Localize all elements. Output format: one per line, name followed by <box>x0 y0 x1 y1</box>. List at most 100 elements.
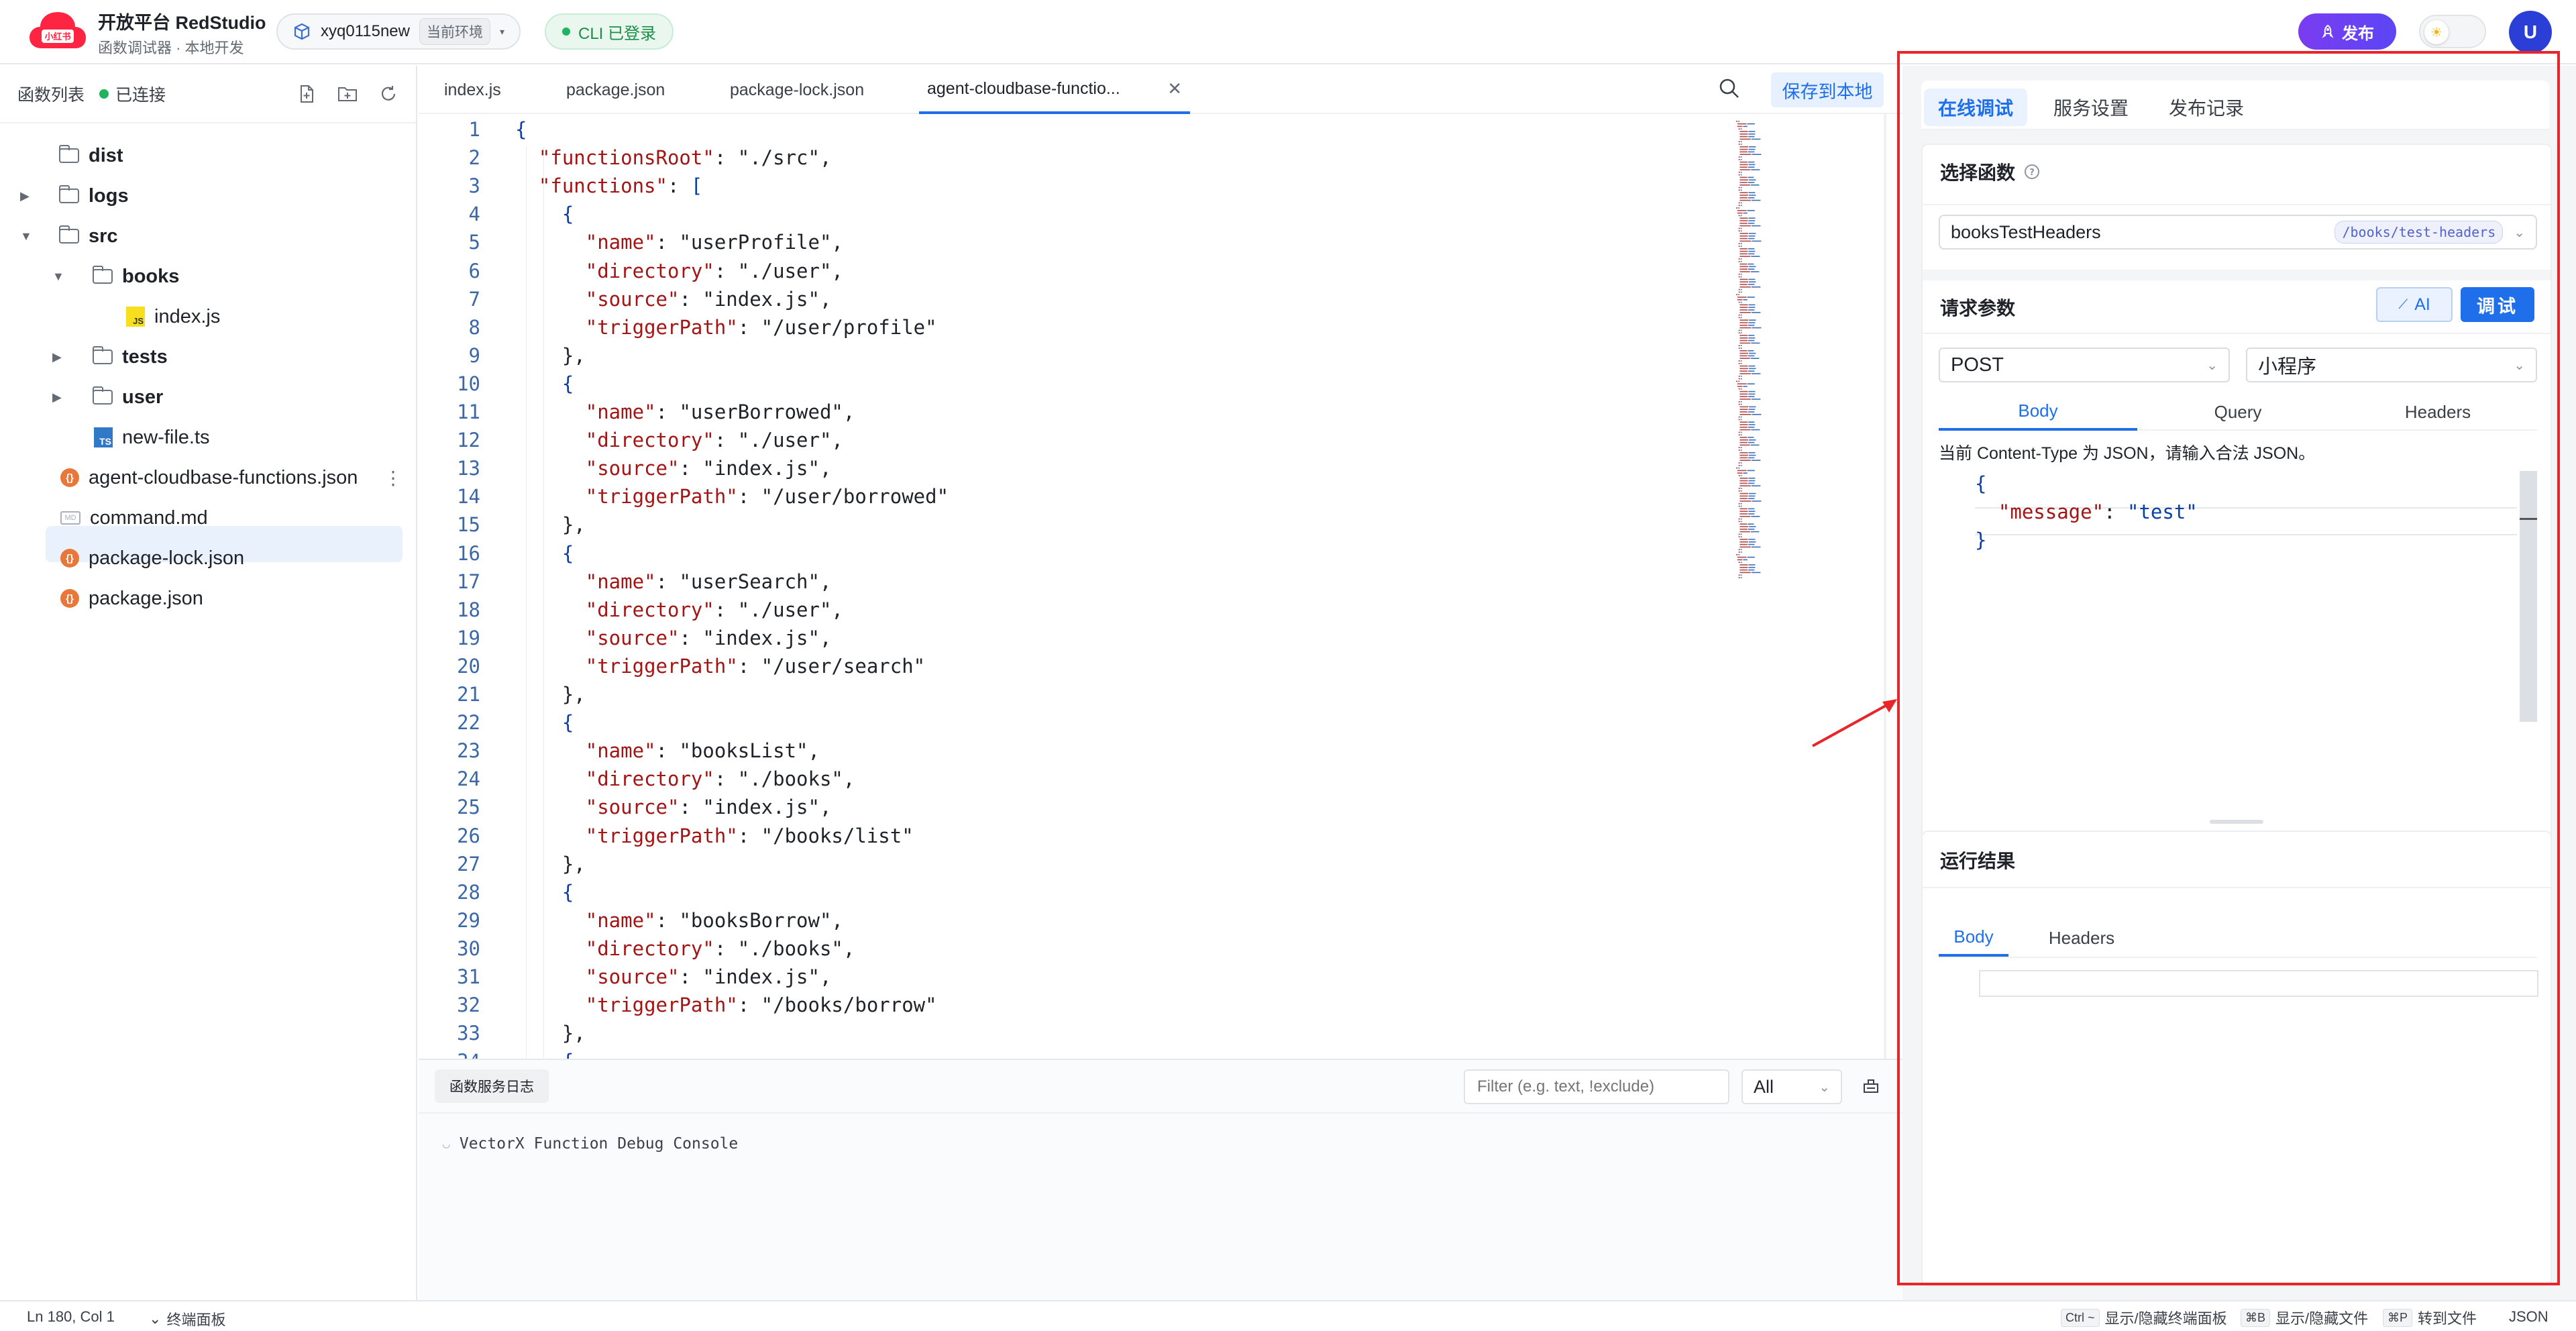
resize-handle[interactable] <box>2210 820 2263 824</box>
search-icon[interactable] <box>1717 76 1741 107</box>
code-editor[interactable]: 1{2 "functionsRoot": "./src", 3 "function… <box>419 114 1902 1059</box>
json-file-icon: {} <box>60 468 79 487</box>
theme-toggle[interactable]: ☀ <box>2419 15 2486 48</box>
minimap-line <box>1751 373 1761 374</box>
minimap-line <box>1736 207 1738 209</box>
minimap-line <box>1738 431 1740 433</box>
publish-button[interactable]: 发布 <box>2298 13 2396 50</box>
tab-result-headers[interactable]: Headers <box>2038 919 2125 957</box>
minimap-line <box>1738 345 1740 346</box>
minimap-line <box>1738 258 1740 260</box>
tree-item-user[interactable]: ▶ user <box>52 380 163 415</box>
minimap-line <box>1739 281 1749 282</box>
result-body-output[interactable] <box>1979 970 2538 997</box>
minimap-line <box>1748 498 1755 499</box>
minimap-line <box>1748 220 1756 221</box>
tab-request-headers[interactable]: Headers <box>2339 393 2537 431</box>
minimap-line <box>1738 401 1740 403</box>
tab-result-body[interactable]: Body <box>1939 919 2008 957</box>
terminal-panel-toggle[interactable]: ⌄ 终端面板 <box>149 1308 225 1330</box>
new-folder-icon[interactable] <box>337 84 358 104</box>
more-icon[interactable]: ⋮ <box>384 467 402 489</box>
new-file-icon[interactable] <box>297 84 317 104</box>
console-filter-input[interactable] <box>1464 1069 1729 1104</box>
indent-guide <box>526 146 527 1059</box>
editor-scrollbar[interactable] <box>1884 114 1886 1059</box>
annotation-arrow-icon <box>1812 699 1897 747</box>
json-file-icon: {} <box>60 549 79 568</box>
tab-index-js[interactable]: index.js <box>444 66 501 114</box>
code-line: "triggerPath": "/books/list" <box>585 824 914 847</box>
ai-label: AI <box>2414 295 2430 314</box>
code-minimap[interactable] <box>1733 118 1792 593</box>
tree-item-agent-cloudbase-functions-json[interactable]: {} agent-cloudbase-functions.json ⋮ <box>60 460 402 495</box>
minimap-line <box>1738 380 1739 382</box>
env-selector[interactable]: xyq0115new 当前环境 ▾ <box>276 13 521 50</box>
minimap-line <box>1740 403 1742 405</box>
minimap-line <box>1739 184 1750 186</box>
minimap-line <box>1739 427 1748 428</box>
tree-item-label: logs <box>89 184 129 207</box>
log-level-select[interactable]: All ⌄ <box>1741 1069 1842 1104</box>
tree-item-command-md[interactable]: MD command.md <box>60 500 208 535</box>
tree-item-index-js[interactable]: JS index.js <box>126 299 220 334</box>
tab-agent-cloudbase-functions[interactable]: agent-cloudbase-functio... ✕ <box>919 66 1190 114</box>
http-method-select[interactable]: POST ⌄ <box>1939 348 2230 382</box>
tab-package-lock-json[interactable]: package-lock.json <box>730 66 864 114</box>
minimap-line <box>1738 378 1740 380</box>
chevron-right-icon: ▶ <box>52 390 62 404</box>
tree-item-tests[interactable]: ▶ tests <box>52 339 168 374</box>
tab-online-debug[interactable]: 在线调试 <box>1924 89 2027 126</box>
tab-service-settings[interactable]: 服务设置 <box>2039 89 2143 126</box>
language-mode[interactable]: JSON <box>2509 1308 2548 1326</box>
folder-icon <box>59 145 79 163</box>
tab-request-query[interactable]: Query <box>2139 393 2337 431</box>
minimap-line <box>1738 363 1740 364</box>
tree-item-package-json[interactable]: {} package.json <box>60 581 203 616</box>
tab-package-json[interactable]: package.json <box>566 66 665 114</box>
refresh-icon[interactable] <box>378 84 398 104</box>
minimap-line <box>1739 460 1751 461</box>
minimap-line <box>1739 485 1751 486</box>
tab-function-service-log[interactable]: 函数服务日志 <box>435 1069 549 1103</box>
status-dot-icon <box>562 28 570 36</box>
minimap-line <box>1738 419 1740 421</box>
client-type-select[interactable]: 小程序 ⌄ <box>2246 348 2537 382</box>
save-local-button[interactable]: 保存到本地 <box>1771 72 1884 107</box>
minimap-line <box>1738 274 1740 275</box>
minimap-line <box>1739 256 1751 257</box>
code-line: { <box>561 372 574 395</box>
env-name: xyq0115new <box>321 22 410 40</box>
help-icon[interactable]: ? <box>2023 163 2041 180</box>
sun-icon: ☀ <box>2424 20 2449 44</box>
function-select[interactable]: booksTestHeaders /books/test-headers ⌄ <box>1939 215 2537 250</box>
code-line: { <box>561 880 574 904</box>
tree-item-package-lock-json[interactable]: {} package-lock.json <box>60 541 244 576</box>
clear-console-icon[interactable] <box>1861 1075 1881 1100</box>
minimap-line <box>1739 406 1749 408</box>
chevron-down-icon: ⌄ <box>2514 225 2525 240</box>
line-number: 6 <box>468 259 480 282</box>
tree-item-logs[interactable]: ▶ logs <box>20 178 129 213</box>
minimap-line <box>1740 258 1742 260</box>
minimap-line <box>1751 199 1761 201</box>
avatar[interactable]: U <box>2509 11 2552 54</box>
logo-text: 小红书 <box>44 32 70 42</box>
tree-item-new-file-ts[interactable]: TS new-file.ts <box>94 420 210 455</box>
divider <box>1923 333 2551 334</box>
ai-button[interactable]: ⟋ AI <box>2376 287 2453 322</box>
minimap-line <box>1739 271 1750 272</box>
debug-button[interactable]: 调试 <box>2461 287 2534 322</box>
scrollbar[interactable] <box>2520 471 2537 722</box>
minimap-line <box>1751 342 1760 344</box>
line-number: 26 <box>457 824 480 847</box>
tree-item-dist[interactable]: dist <box>59 138 123 173</box>
tab-request-body[interactable]: Body <box>1939 393 2137 431</box>
close-icon[interactable]: ✕ <box>1167 78 1182 99</box>
tree-item-books[interactable]: ▼ books <box>52 259 179 294</box>
tab-publish-records[interactable]: 发布记录 <box>2155 89 2258 126</box>
minimap-line <box>1739 220 1748 221</box>
request-body-editor[interactable]: { "message": "test" } <box>1939 471 2537 723</box>
tree-item-src[interactable]: ▼ src <box>20 219 118 254</box>
minimap-line <box>1739 327 1752 329</box>
